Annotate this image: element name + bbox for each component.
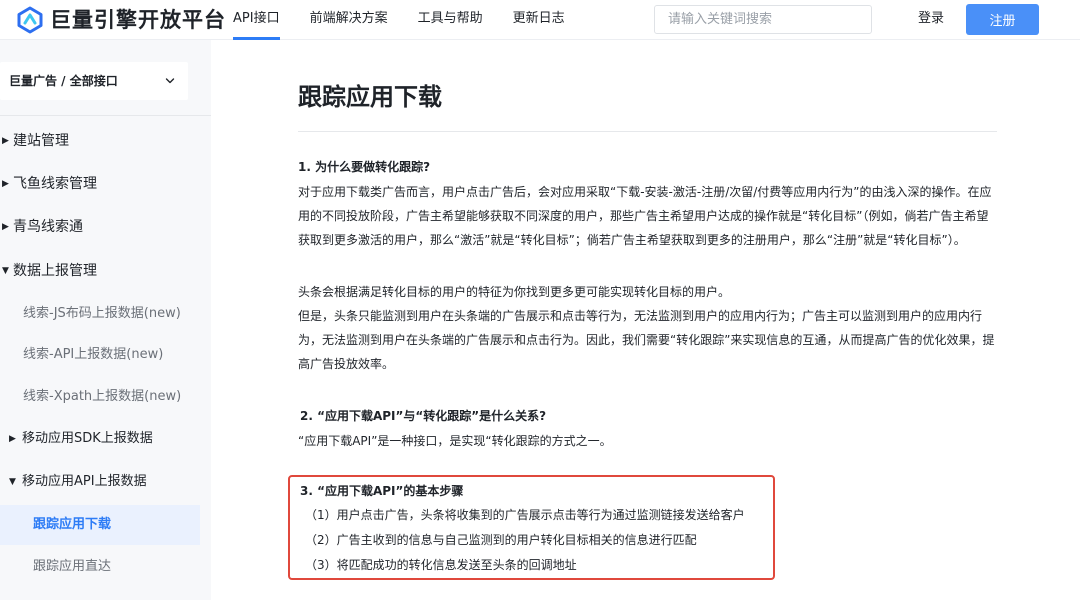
nav-api[interactable]: API接口 (233, 0, 280, 40)
sidebar-item-track-app-direct[interactable]: 跟踪应用直达 (0, 547, 211, 587)
sidebar-item-label: 线索-Xpath上报数据(new) (23, 389, 182, 404)
chevron-down-icon (165, 78, 175, 84)
login-link[interactable]: 登录 (918, 0, 944, 38)
page-title: 跟踪应用下载 (298, 83, 442, 111)
caret-down-icon: ▼ (9, 477, 16, 487)
caret-right-icon: ▶ (2, 179, 9, 189)
top-bar: 巨量引擎开放平台 API接口 前端解决方案 工具与帮助 更新日志 登录 注册 (0, 0, 1080, 40)
sidebar-item-leads-xpath[interactable]: 线索-Xpath上报数据(new) (0, 377, 211, 417)
step-2: （2）广告主收到的信息与自己监测到的用户转化目标相关的信息进行匹配 (305, 533, 697, 547)
nav-frontend-solutions[interactable]: 前端解决方案 (310, 0, 388, 40)
sidebar-item-mobile-sdk[interactable]: ▶ 移动应用SDK上报数据 (0, 419, 211, 459)
sidebar-item-site-building[interactable]: ▶ 建站管理 (0, 121, 211, 161)
sidebar-item-label: 飞鱼线索管理 (13, 176, 97, 192)
caret-down-icon: ▼ (2, 266, 9, 276)
caret-right-icon: ▶ (2, 222, 9, 232)
section-1-heading: 1. 为什么要做转化跟踪? (298, 160, 431, 174)
main-nav: API接口 前端解决方案 工具与帮助 更新日志 (233, 0, 595, 40)
caret-right-icon: ▶ (9, 434, 16, 444)
sidebar-item-qingniao-leads[interactable]: ▶ 青鸟线索通 (0, 207, 211, 247)
caret-right-icon: ▶ (2, 136, 9, 146)
sidebar-item-label: 建站管理 (13, 133, 69, 149)
sidebar-item-track-app-download[interactable]: 跟踪应用下载 (0, 505, 200, 545)
sidebar: 巨量广告 / 全部接口 ▶ 建站管理 ▶ 飞鱼线索管理 ▶ 青鸟线索通 ▼ 数据… (0, 40, 211, 600)
register-button[interactable]: 注册 (966, 4, 1039, 35)
sidebar-item-leads-api[interactable]: 线索-API上报数据(new) (0, 335, 211, 375)
sidebar-item-label: 移动应用API上报数据 (22, 474, 147, 489)
sidebar-item-mobile-api[interactable]: ▼ 移动应用API上报数据 (0, 462, 211, 502)
section-3-heading: 3. “应用下载API”的基本步骤 (300, 484, 464, 498)
search-input[interactable] (654, 5, 872, 34)
sidebar-item-leads-js[interactable]: 线索-JS布码上报数据(new) (0, 294, 211, 334)
sidebar-divider (0, 115, 211, 116)
sidebar-item-label: 线索-JS布码上报数据(new) (23, 306, 181, 321)
sidebar-item-feiyu-leads[interactable]: ▶ 飞鱼线索管理 (0, 164, 211, 204)
section-1-paragraph-2: 头条会根据满足转化目标的用户的特征为你找到更多更可能实现转化目标的用户。 (298, 285, 731, 299)
nav-changelog[interactable]: 更新日志 (513, 0, 565, 40)
section-1-paragraph-3: 但是，头条只能监测到用户在头条端的广告展示和点击等行为，无法监测到用户的应用内行… (298, 309, 995, 371)
sidebar-item-label: 青鸟线索通 (13, 219, 83, 235)
logo[interactable]: 巨量引擎开放平台 (16, 6, 226, 34)
section-2-heading: 2. “应用下载API”与“转化跟踪”是什么关系? (300, 409, 547, 423)
sidebar-item-label: 跟踪应用直达 (33, 559, 112, 574)
title-divider (298, 131, 997, 132)
sidebar-item-data-report[interactable]: ▼ 数据上报管理 (0, 251, 211, 291)
product-selector-label: 巨量广告 / 全部接口 (9, 74, 118, 88)
step-1: （1）用户点击广告，头条将收集到的广告展示点击等行为通过监测链接发送给客户 (305, 508, 745, 522)
brand-logo-icon (17, 6, 43, 34)
sidebar-item-label: 线索-API上报数据(new) (23, 347, 164, 362)
sidebar-item-label: 跟踪应用下载 (33, 517, 112, 532)
sidebar-item-label: 移动应用SDK上报数据 (22, 431, 153, 446)
section-1-paragraph-1: 对于应用下载类广告而言，用户点击广告后，会对应用采取“下载-安装-激活-注册/次… (298, 185, 992, 247)
product-selector[interactable]: 巨量广告 / 全部接口 (0, 62, 188, 100)
step-3: （3）将匹配成功的转化信息发送至头条的回调地址 (305, 558, 577, 572)
nav-tools-help[interactable]: 工具与帮助 (418, 0, 483, 40)
sidebar-item-label: 数据上报管理 (13, 263, 97, 279)
brand-name: 巨量引擎开放平台 (50, 8, 226, 32)
section-2-paragraph-1: “应用下载API”是一种接口，是实现“转化跟踪的方式之一。 (298, 434, 612, 448)
